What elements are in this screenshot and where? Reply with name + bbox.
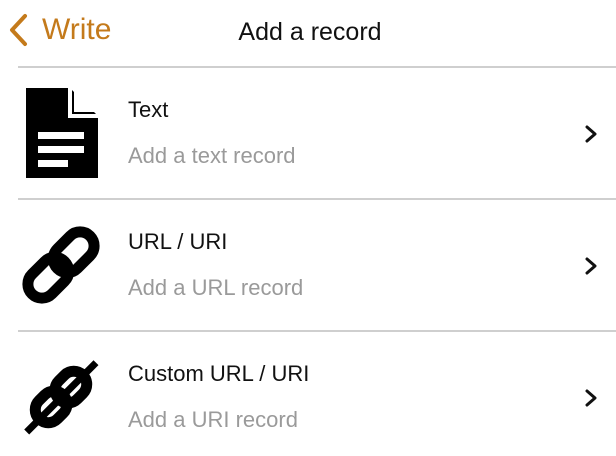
custom-link-icon (14, 350, 108, 444)
link-icon (14, 218, 108, 312)
record-row-custom-url[interactable]: Custom URL / URI Add a URI record (0, 332, 616, 456)
document-icon (14, 86, 108, 180)
record-row-text[interactable]: Text Add a text record (0, 68, 616, 198)
record-title: Custom URL / URI (128, 361, 310, 386)
record-subtitle: Add a URI record (128, 407, 298, 432)
chevron-right-icon (584, 256, 598, 276)
navigation-bar: Write Add a record (0, 0, 616, 66)
page-title: Add a record (238, 18, 382, 46)
record-subtitle: Add a URL record (128, 275, 304, 300)
add-record-screen: Write Add a record Text Add a text recor… (0, 0, 616, 456)
record-subtitle: Add a text record (128, 143, 296, 168)
chevron-right-icon (584, 124, 598, 144)
record-title: Text (128, 97, 169, 122)
record-row-url[interactable]: URL / URI Add a URL record (0, 200, 616, 330)
chevron-right-icon (584, 388, 598, 408)
record-title: URL / URI (128, 229, 228, 254)
